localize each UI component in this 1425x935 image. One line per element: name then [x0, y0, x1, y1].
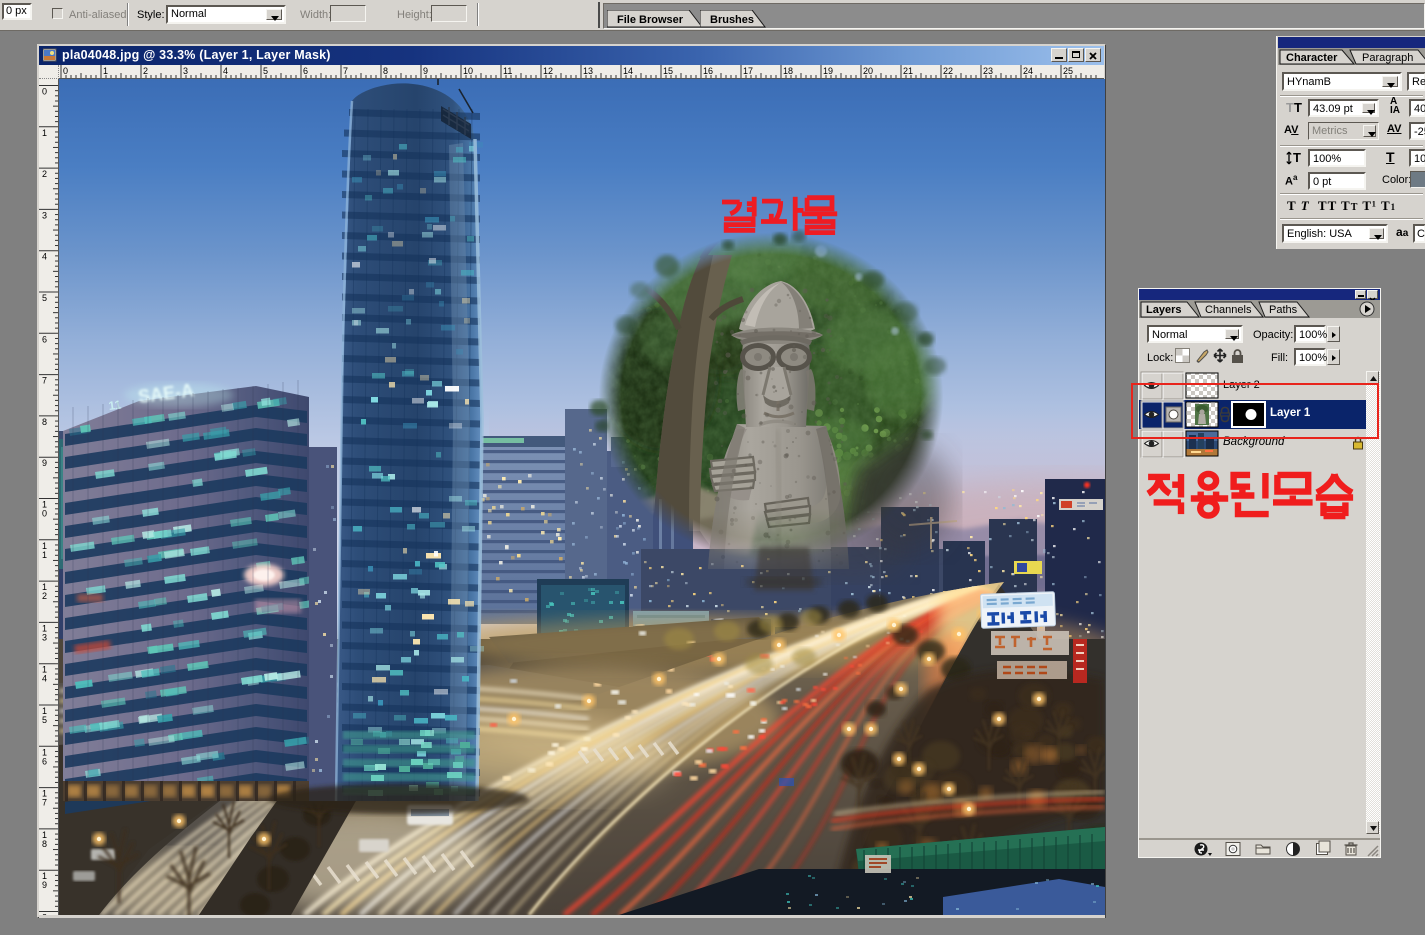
svg-text:4: 4: [42, 674, 47, 684]
svg-text:7: 7: [42, 798, 47, 808]
svg-text:4: 4: [42, 252, 47, 262]
svg-text:5: 5: [42, 293, 47, 303]
svg-text:Character: Character: [1286, 52, 1338, 64]
svg-text:25: 25: [1063, 66, 1073, 76]
svg-text:3: 3: [42, 210, 47, 220]
svg-text:18: 18: [783, 66, 793, 76]
svg-text:10: 10: [463, 66, 473, 76]
svg-text:20: 20: [863, 66, 873, 76]
svg-text:2: 2: [143, 66, 148, 76]
svg-text:11: 11: [108, 397, 123, 412]
svg-text:8: 8: [383, 66, 388, 76]
svg-text:1: 1: [42, 550, 47, 560]
svg-text:12: 12: [543, 66, 553, 76]
svg-text:8: 8: [42, 417, 47, 427]
svg-text:Paragraph: Paragraph: [1362, 52, 1413, 64]
svg-text:0: 0: [63, 66, 68, 76]
svg-text:17: 17: [743, 66, 753, 76]
svg-text:16: 16: [703, 66, 713, 76]
svg-text:5: 5: [42, 715, 47, 725]
svg-text:9: 9: [423, 66, 428, 76]
svg-text:14: 14: [623, 66, 633, 76]
svg-text:0: 0: [42, 509, 47, 519]
svg-text:5: 5: [263, 66, 268, 76]
svg-text:7: 7: [343, 66, 348, 76]
svg-text:2: 2: [42, 591, 47, 601]
svg-text:13: 13: [583, 66, 593, 76]
svg-text:9: 9: [42, 458, 47, 468]
svg-text:22: 22: [943, 66, 953, 76]
svg-text:6: 6: [303, 66, 308, 76]
svg-text:Brushes: Brushes: [710, 14, 754, 26]
svg-text:8: 8: [42, 839, 47, 849]
svg-text:15: 15: [663, 66, 673, 76]
svg-text:File Browser: File Browser: [617, 14, 684, 26]
svg-text:6: 6: [42, 334, 47, 344]
svg-text:7: 7: [42, 376, 47, 386]
svg-text:Paths: Paths: [1269, 304, 1298, 316]
svg-text:1: 1: [103, 66, 108, 76]
svg-text:23: 23: [983, 66, 993, 76]
svg-text:0: 0: [42, 87, 47, 97]
svg-text:9: 9: [42, 880, 47, 890]
svg-text:Layers: Layers: [1146, 304, 1181, 316]
svg-text:21: 21: [903, 66, 913, 76]
svg-text:2: 2: [42, 169, 47, 179]
svg-text:6: 6: [42, 756, 47, 766]
svg-text:Channels: Channels: [1205, 304, 1252, 316]
svg-text:3: 3: [42, 632, 47, 642]
svg-text:11: 11: [503, 66, 512, 76]
svg-text:19: 19: [823, 66, 833, 76]
svg-text:1: 1: [42, 128, 47, 138]
svg-text:3: 3: [183, 66, 188, 76]
svg-text:24: 24: [1023, 66, 1033, 76]
svg-text:4: 4: [223, 66, 228, 76]
